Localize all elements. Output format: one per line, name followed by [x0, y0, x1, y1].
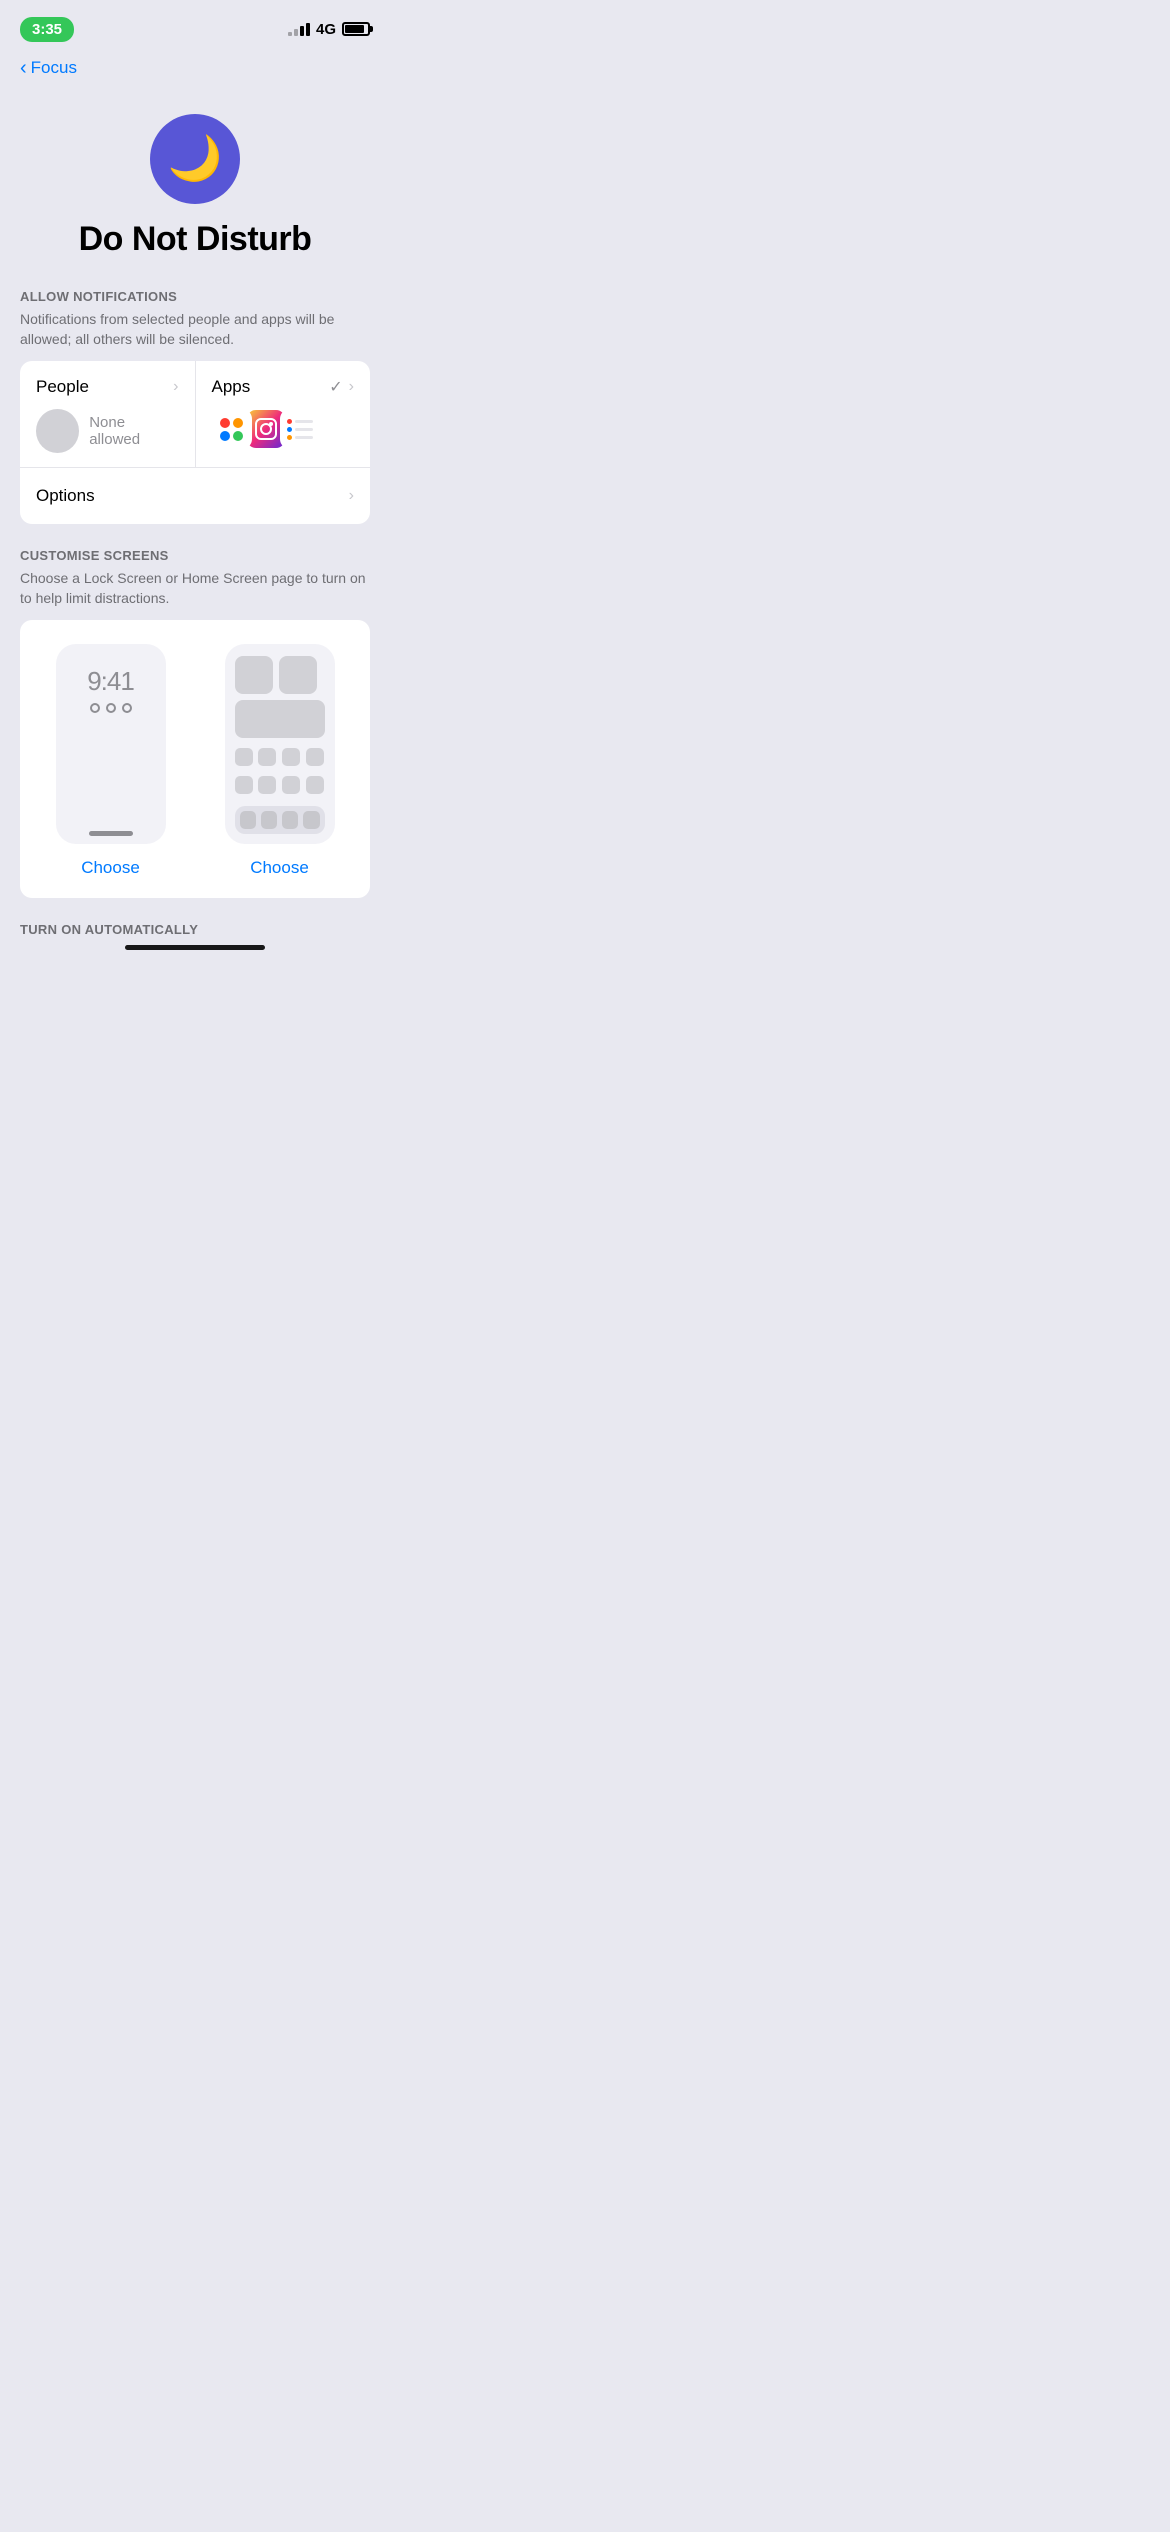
back-chevron-icon: ‹	[20, 58, 27, 78]
lock-dot-2	[106, 703, 116, 713]
dock-row	[235, 806, 325, 834]
notifications-two-col: People › None allowed Apps ✓ ›	[20, 361, 370, 467]
home-widget-row-2	[235, 700, 325, 738]
grid-icon-8	[306, 776, 324, 794]
customise-screens-label: CUSTOMISE SCREENS	[20, 548, 370, 563]
lock-home-indicator	[89, 831, 133, 836]
nav-bar: ‹ Focus	[0, 50, 390, 94]
grid-icon-2	[258, 748, 276, 766]
people-dots	[220, 418, 243, 441]
turn-on-automatically-section: TURN ON AUTOMATICALLY	[0, 922, 390, 970]
grid-icon-7	[282, 776, 300, 794]
lock-screen-item: 9:41 Choose	[36, 644, 185, 878]
screens-card: 9:41 Choose	[20, 620, 370, 898]
reminder-line-3	[287, 435, 313, 440]
dot-blue	[220, 431, 230, 441]
verified-badge-icon: ✓	[329, 377, 342, 397]
dot-red	[220, 418, 230, 428]
page-title: Do Not Disturb	[79, 220, 312, 259]
signal-icon	[288, 23, 310, 36]
moon-icon: 🌙	[168, 137, 223, 181]
app-grid-row-2	[235, 776, 325, 794]
people-cell-header: People ›	[36, 377, 179, 397]
insta-inner	[255, 418, 277, 440]
grid-icon-3	[282, 748, 300, 766]
people-app-icon	[212, 409, 252, 449]
home-widget-row-1	[235, 656, 325, 694]
grid-icon-5	[235, 776, 253, 794]
turn-on-automatically-label: TURN ON AUTOMATICALLY	[0, 922, 390, 937]
allow-notifications-description: Notifications from selected people and a…	[20, 310, 370, 349]
apps-chevron-icon: ›	[349, 378, 354, 396]
notifications-card: People › None allowed Apps ✓ ›	[20, 361, 370, 524]
people-content: None allowed	[36, 409, 179, 453]
screens-row: 9:41 Choose	[36, 644, 354, 878]
status-right-icons: 4G	[288, 21, 370, 38]
lock-dots	[90, 703, 132, 713]
home-screen-mockup	[225, 644, 335, 844]
home-screen-choose-button[interactable]: Choose	[250, 858, 309, 878]
home-screen-item: Choose	[205, 644, 354, 878]
network-label: 4G	[316, 21, 336, 38]
dock-icon-2	[261, 811, 277, 829]
reminders-app-icon	[280, 409, 320, 449]
none-allowed-label: None allowed	[89, 414, 178, 448]
reminder-line-2	[287, 427, 313, 432]
home-indicator	[125, 945, 265, 950]
grid-icon-4	[306, 748, 324, 766]
customise-screens-section: CUSTOMISE SCREENS Choose a Lock Screen o…	[0, 548, 390, 922]
apps-cell[interactable]: Apps ✓ ›	[196, 361, 371, 467]
app-grid-row-1	[235, 748, 325, 766]
people-chevron-icon: ›	[173, 378, 178, 396]
reminder-dot-1	[287, 419, 292, 424]
status-bar: 3:35 4G	[0, 0, 390, 50]
apps-icon-stack	[212, 409, 355, 449]
apps-header-right: ✓ ›	[329, 377, 354, 397]
reminder-bar-2	[295, 428, 313, 431]
dot-green	[233, 431, 243, 441]
people-cell[interactable]: People › None allowed	[20, 361, 196, 467]
options-title: Options	[36, 486, 95, 506]
back-button[interactable]: ‹ Focus	[20, 58, 77, 78]
lock-dot-3	[122, 703, 132, 713]
reminder-dot-3	[287, 435, 292, 440]
battery-fill	[345, 25, 364, 33]
widget-sm-2	[279, 656, 317, 694]
avatar	[36, 409, 79, 453]
dot-orange	[233, 418, 243, 428]
lock-screen-mockup: 9:41	[56, 644, 166, 844]
reminder-bar-3	[295, 436, 313, 439]
allow-notifications-section: ALLOW NOTIFICATIONS Notifications from s…	[0, 289, 390, 548]
back-label: Focus	[31, 58, 77, 78]
allow-notifications-label: ALLOW NOTIFICATIONS	[20, 289, 370, 304]
apps-cell-header: Apps ✓ ›	[212, 377, 355, 397]
hero-section: 🌙 Do Not Disturb	[0, 94, 390, 289]
grid-icon-1	[235, 748, 253, 766]
lock-time: 9:41	[87, 666, 134, 697]
time-display: 3:35	[20, 17, 74, 42]
widget-lg-1	[235, 700, 325, 738]
lock-screen-choose-button[interactable]: Choose	[81, 858, 140, 878]
dock-icon-3	[282, 811, 298, 829]
apps-title: Apps	[212, 377, 251, 397]
lock-dot-1	[90, 703, 100, 713]
reminder-bar-1	[295, 420, 313, 423]
battery-icon	[342, 22, 370, 36]
dock-icon-4	[303, 811, 319, 829]
people-title: People	[36, 377, 89, 397]
options-row[interactable]: Options ›	[20, 468, 370, 524]
widget-sm-1	[235, 656, 273, 694]
reminder-line-1	[287, 419, 313, 424]
reminder-dot-2	[287, 427, 292, 432]
dnd-icon-circle: 🌙	[150, 114, 240, 204]
grid-icon-6	[258, 776, 276, 794]
options-chevron-icon: ›	[349, 487, 354, 505]
dock-icon-1	[240, 811, 256, 829]
customise-screens-description: Choose a Lock Screen or Home Screen page…	[20, 569, 370, 608]
